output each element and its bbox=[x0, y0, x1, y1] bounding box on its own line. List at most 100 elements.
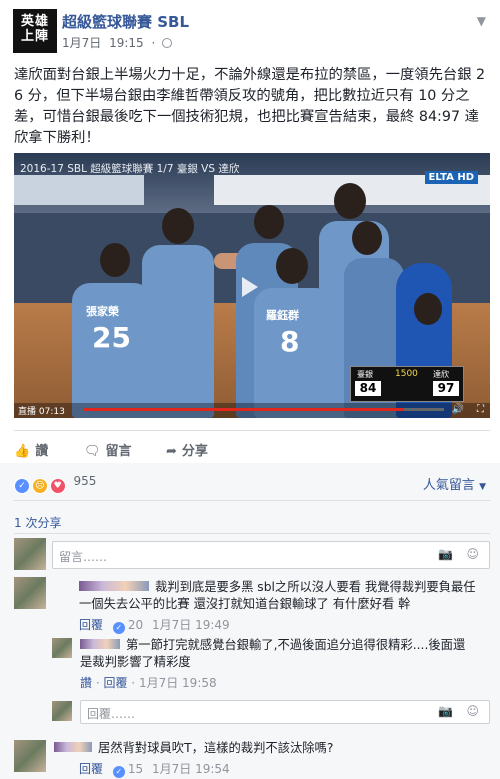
video-progress-fill bbox=[84, 408, 405, 411]
reply-reply-link[interactable]: 回覆 bbox=[103, 676, 127, 690]
reply-link[interactable]: 回覆 bbox=[79, 618, 103, 632]
reply-link[interactable]: 回覆 bbox=[79, 762, 103, 776]
divider bbox=[14, 533, 490, 534]
reactions-count: 955 bbox=[73, 474, 97, 488]
video-time: 07:13 bbox=[38, 407, 65, 417]
comment-date[interactable]: 1月7日 bbox=[152, 618, 191, 632]
reply-placeholder: 回覆…… bbox=[87, 707, 136, 721]
scoreboard-team-right: 達欣 bbox=[433, 370, 449, 379]
player-head bbox=[414, 293, 442, 325]
page-avatar-logo[interactable]: 英雄上陣 bbox=[13, 9, 57, 53]
chevron-down-icon[interactable]: ▼ bbox=[477, 14, 486, 28]
scoreboard-team-left: 臺銀 bbox=[357, 370, 373, 379]
jersey-name-2: 羅鈺群 bbox=[266, 309, 299, 322]
player-head bbox=[352, 221, 382, 255]
current-user-avatar bbox=[14, 538, 46, 570]
player-head bbox=[276, 248, 308, 284]
reply-like-link[interactable]: 讚 bbox=[80, 676, 92, 690]
comment-icon: 🗨 bbox=[84, 444, 101, 459]
player-head bbox=[254, 205, 284, 239]
replier-name[interactable] bbox=[80, 639, 120, 649]
like-reaction-icon: ✓ bbox=[14, 478, 30, 494]
video-controls: 直播 07:13 🔊 ⛶ bbox=[14, 403, 490, 418]
player-head bbox=[162, 208, 194, 244]
fullscreen-icon[interactable]: ⛶ bbox=[477, 404, 484, 415]
jersey-number-1: 25 bbox=[92, 321, 131, 354]
jersey-number-2: 8 bbox=[280, 325, 300, 358]
current-user-avatar-small bbox=[52, 701, 72, 721]
top-comments-label: 人氣留言 bbox=[422, 478, 475, 493]
video-title-overlay: 2016-17 SBL 超級籃球聯賽 1/7 臺銀 VS 達欣 bbox=[20, 163, 240, 175]
reply-date[interactable]: 1月7日 bbox=[139, 676, 178, 690]
replier-avatar[interactable] bbox=[52, 638, 72, 658]
shares-count-link[interactable]: 1 次分享 bbox=[14, 514, 61, 531]
jersey-name-1: 張家榮 bbox=[86, 305, 119, 318]
comment-like-count[interactable]: 20 bbox=[128, 618, 143, 632]
reply-input[interactable]: 回覆…… 📷 ☺ bbox=[80, 700, 490, 724]
video-progress-bar[interactable] bbox=[84, 408, 444, 411]
reactions-summary[interactable]: ✓ ☹ ♥ 955 bbox=[14, 474, 96, 494]
sticker-icon[interactable]: ☺ bbox=[466, 704, 479, 718]
divider bbox=[14, 430, 490, 431]
like-badge-icon: ✓ bbox=[112, 622, 125, 634]
logo-text: 英雄上陣 bbox=[20, 14, 49, 44]
reply-meta: 讚 · 回覆 · 1月7日 19:58 bbox=[80, 676, 217, 690]
comment-body: 居然背對球員吹T，這樣的裁判不該汰除嗎? bbox=[98, 741, 334, 755]
sad-reaction-icon: ☹ bbox=[31, 478, 48, 494]
commenter-avatar[interactable] bbox=[14, 740, 46, 772]
scoreboard-score-left: 84 bbox=[355, 381, 381, 396]
comment-time: 19:49 bbox=[195, 618, 230, 632]
video-player[interactable]: 張家榮 25 羅鈺群 8 2016-17 SBL 超級籃球聯賽 1/7 臺銀 V… bbox=[14, 153, 490, 418]
comment-input[interactable]: 留言…… 📷 ☺ bbox=[52, 541, 490, 569]
live-label: 直播 bbox=[18, 407, 37, 417]
globe-icon bbox=[162, 38, 173, 48]
broadcaster-logo: ELTA HD bbox=[424, 171, 478, 184]
commenter-name[interactable] bbox=[54, 742, 92, 752]
comment-text: 居然背對球員吹T，這樣的裁判不該汰除嗎? bbox=[54, 740, 484, 757]
share-button[interactable]: ➦ 分享 bbox=[166, 440, 208, 459]
comment-like-count[interactable]: 15 bbox=[128, 762, 143, 776]
scoreboard-clock: 1500 bbox=[395, 369, 418, 379]
divider bbox=[14, 500, 490, 501]
comment-meta: 回覆 ✓ 15 1月7日 19:54 bbox=[79, 760, 230, 778]
comment-label: 留言 bbox=[105, 444, 132, 459]
like-badge-icon: ✓ bbox=[112, 766, 125, 778]
share-arrow-icon: ➦ bbox=[166, 444, 177, 459]
commenter-name[interactable] bbox=[79, 581, 149, 591]
arena-banner-left bbox=[14, 175, 144, 205]
top-comments-dropdown[interactable]: 人氣留言 ▼ bbox=[423, 474, 486, 493]
live-timestamp: 直播 07:13 bbox=[18, 404, 65, 417]
comment-button[interactable]: 🗨 留言 bbox=[84, 440, 132, 459]
camera-icon[interactable]: 📷 bbox=[438, 547, 453, 561]
scoreboard-score-right: 97 bbox=[433, 381, 459, 396]
page-name-link[interactable]: 超級籃球聯賽 SBL bbox=[62, 11, 189, 32]
thumbs-up-icon: 👍 bbox=[14, 444, 31, 459]
post-timestamp[interactable]: 1月7日 19:15 · bbox=[62, 34, 173, 51]
comment-date[interactable]: 1月7日 bbox=[152, 762, 191, 776]
player-head bbox=[100, 243, 130, 277]
comment-placeholder: 留言…… bbox=[59, 550, 108, 564]
camera-icon[interactable]: 📷 bbox=[438, 704, 453, 718]
comment-text: 裁判到底是要多黑 sbl之所以沒人要看 我覺得裁判要負最任 一個失去公平的比賽 … bbox=[79, 579, 479, 613]
comments-section bbox=[0, 463, 500, 779]
reply-body: 第一節打完就感覺台銀輸了,不過後面追分追得很精彩....後面還是裁判影響了精彩度 bbox=[80, 638, 466, 669]
player-head bbox=[334, 183, 366, 219]
reply-text: 第一節打完就感覺台銀輸了,不過後面追分追得很精彩....後面還是裁判影響了精彩度 bbox=[80, 637, 475, 671]
post-body-text: 達欣面對台銀上半場火力十足，不論外線還是布拉的禁區，一度領先台銀 26 分，但下… bbox=[14, 67, 486, 146]
like-button[interactable]: 👍 讚 bbox=[14, 440, 48, 459]
love-reaction-icon: ♥ bbox=[49, 478, 66, 494]
meta-separator: · bbox=[151, 36, 156, 50]
share-label: 分享 bbox=[181, 444, 208, 459]
scoreboard: 臺銀 1500 達欣 84 97 bbox=[350, 366, 464, 402]
reply-time: 19:58 bbox=[182, 676, 217, 690]
comment-meta: 回覆 ✓ 20 1月7日 19:49 bbox=[79, 616, 230, 634]
player-jersey bbox=[142, 245, 214, 418]
like-label: 讚 bbox=[35, 444, 49, 459]
commenter-avatar[interactable] bbox=[14, 577, 46, 609]
post-date: 1月7日 bbox=[62, 36, 102, 50]
post-time: 19:15 bbox=[109, 36, 144, 50]
play-icon[interactable] bbox=[242, 277, 258, 297]
dropdown-caret-icon: ▼ bbox=[479, 482, 486, 492]
volume-icon[interactable]: 🔊 bbox=[452, 404, 464, 415]
sticker-icon[interactable]: ☺ bbox=[466, 547, 479, 561]
